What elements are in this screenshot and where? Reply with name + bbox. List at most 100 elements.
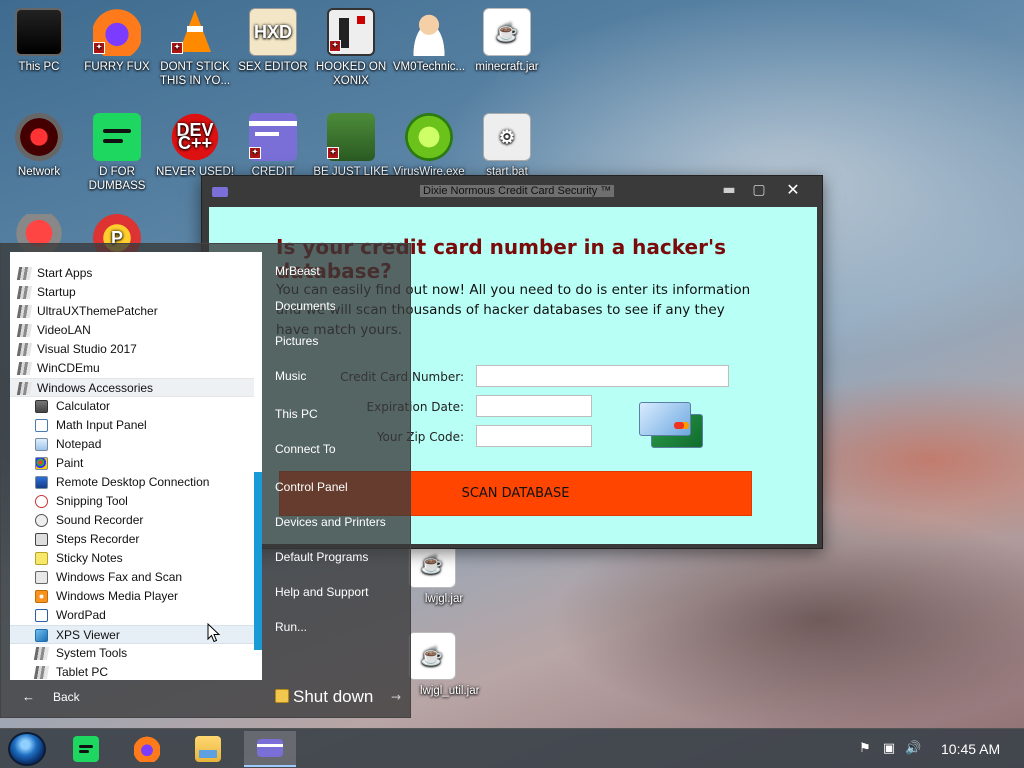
remote-desktop-icon — [35, 476, 48, 489]
desktop-icon-minecraft-jar[interactable]: ☕ minecraft.jar — [468, 8, 546, 74]
mouse-cursor-icon — [207, 623, 221, 643]
taskbar-credit-card-button[interactable] — [244, 731, 296, 767]
taskbar-file-explorer-button[interactable] — [182, 731, 234, 767]
list-item[interactable]: Paint — [10, 454, 254, 473]
expiration-date-input[interactable] — [476, 395, 592, 417]
list-item[interactable]: Notepad — [10, 435, 254, 454]
taskbar-clock[interactable]: 10:45 AM — [941, 741, 1000, 757]
shield-icon — [275, 689, 289, 703]
credit-card-icon: ✦ — [249, 113, 297, 161]
list-item[interactable]: Tablet PC — [10, 663, 254, 680]
list-item[interactable]: Startup — [10, 283, 254, 302]
desktop-icon-furry-fux[interactable]: ✦ FURRY FUX — [78, 8, 156, 74]
folder-icon — [16, 324, 33, 337]
close-button[interactable]: ✕ — [778, 179, 808, 201]
list-item[interactable]: Windows Media Player — [10, 587, 254, 606]
list-item-label: System Tools — [56, 646, 128, 660]
credit-cards-icon — [639, 402, 703, 450]
credit-card-icon — [257, 739, 283, 757]
start-item-default-programs[interactable]: Default Programs — [275, 550, 368, 564]
maximize-button[interactable]: ▢ — [744, 179, 774, 201]
list-item-label: Visual Studio 2017 — [37, 342, 137, 356]
taskbar-firefox-button[interactable] — [121, 731, 173, 767]
list-item[interactable]: Windows Fax and Scan — [10, 568, 254, 587]
list-item-label: Windows Media Player — [56, 589, 179, 603]
folder-icon — [16, 305, 33, 318]
list-item[interactable]: Steps Recorder — [10, 530, 254, 549]
list-item-label: Remote Desktop Connection — [56, 475, 210, 489]
list-item-label: Math Input Panel — [56, 418, 147, 432]
list-item[interactable]: Calculator — [10, 397, 254, 416]
desktop-icon-this-pc[interactable]: This PC — [0, 8, 78, 74]
microphone-icon — [35, 514, 48, 527]
list-item-windows-accessories[interactable]: Windows Accessories — [10, 378, 254, 397]
shutdown-label: Shut down — [293, 687, 374, 706]
java-icon: ☕ — [408, 632, 456, 680]
list-item[interactable]: Visual Studio 2017 — [10, 340, 254, 359]
start-item-music[interactable]: Music — [275, 369, 306, 383]
xps-viewer-icon — [35, 629, 48, 642]
back-button[interactable]: ← Back — [10, 680, 262, 714]
list-item-label: Sound Recorder — [56, 513, 144, 527]
desktop-icon-vm0technic[interactable]: VM0Technic... — [390, 8, 468, 74]
window-titlebar[interactable]: Dixie Normous Credit Card Security ™ ▬ ▢… — [202, 176, 822, 206]
action-center-flag-icon[interactable]: ⚑ — [857, 741, 873, 757]
desktop-icon-start-bat[interactable]: ⚙ start.bat — [468, 113, 546, 179]
fax-icon — [35, 571, 48, 584]
list-item-label: Calculator — [56, 399, 111, 413]
list-item[interactable]: WinCDEmu — [10, 359, 254, 378]
start-item-run[interactable]: Run... — [275, 620, 307, 634]
card-number-input[interactable] — [476, 365, 729, 387]
list-item-label: Windows Accessories — [37, 381, 154, 395]
list-item[interactable]: Math Input Panel — [10, 416, 254, 435]
desktop-icon-label: DONT STICK THIS IN YO... — [159, 61, 231, 87]
back-label: Back — [53, 690, 80, 704]
spotify-icon — [73, 736, 99, 762]
notepad-icon — [35, 438, 48, 451]
desktop-icon-label: FURRY FUX — [84, 61, 150, 73]
start-item-help-support[interactable]: Help and Support — [275, 585, 368, 599]
list-item[interactable]: Start Apps — [10, 264, 254, 283]
volume-icon[interactable]: 🔊 — [905, 741, 921, 757]
desktop-icon-dont-stick[interactable]: ✦ DONT STICK THIS IN YO... — [156, 8, 234, 88]
taskbar: ⚑ ▣ 🔊 10:45 AM — [0, 728, 1024, 768]
all-programs-list[interactable]: Start Apps Startup UltraUXThemePatcher V… — [10, 252, 262, 680]
desktop-icon-d-for-dumbass[interactable]: D FOR DUMBASS — [78, 113, 156, 193]
start-item-mrbeast[interactable]: MrBeast — [275, 264, 320, 278]
shutdown-options-arrow-icon[interactable]: → — [391, 690, 401, 704]
start-button[interactable] — [8, 732, 46, 766]
programs-scrollbar[interactable] — [254, 472, 262, 650]
start-item-this-pc[interactable]: This PC — [275, 407, 318, 421]
start-item-devices-printers[interactable]: Devices and Printers — [275, 515, 386, 529]
list-item[interactable]: System Tools — [10, 644, 254, 663]
start-item-connect-to[interactable]: Connect To — [275, 442, 336, 456]
desktop-icon-network[interactable]: Network — [0, 113, 78, 179]
desktop-icon-viruswire[interactable]: VirusWire.exe — [390, 113, 468, 179]
spotify-icon — [93, 113, 141, 161]
list-item-label: Windows Fax and Scan — [56, 570, 183, 584]
folder-icon — [33, 647, 50, 660]
java-icon: ☕ — [483, 8, 531, 56]
list-item-label: XPS Viewer — [56, 628, 120, 642]
start-item-pictures[interactable]: Pictures — [275, 334, 318, 348]
list-item[interactable]: VideoLAN — [10, 321, 254, 340]
desktop-icon-be-just-like[interactable]: ✦ BE JUST LIKE — [312, 113, 390, 179]
list-item[interactable]: Remote Desktop Connection — [10, 473, 254, 492]
taskbar-spotify-button[interactable] — [60, 731, 112, 767]
list-item[interactable]: UltraUXThemePatcher — [10, 302, 254, 321]
desktop-icon-hooked-on-xonix[interactable]: ✦ HOOKED ON XONIX — [312, 8, 390, 88]
zip-code-input[interactable] — [476, 425, 592, 447]
minimize-button[interactable]: ▬ — [714, 179, 744, 201]
network-icon[interactable]: ▣ — [881, 741, 897, 757]
list-item[interactable]: Sticky Notes — [10, 549, 254, 568]
start-item-documents[interactable]: Documents — [275, 299, 336, 313]
wordpad-icon — [35, 609, 48, 622]
list-item-label: Steps Recorder — [56, 532, 140, 546]
list-item[interactable]: Sound Recorder — [10, 511, 254, 530]
start-item-control-panel[interactable]: Control Panel — [275, 480, 348, 494]
desktop-icon-never-used[interactable]: DEV C++ NEVER USED! — [156, 113, 234, 179]
desktop-icon-sex-editor[interactable]: HXD SEX EDITOR — [234, 8, 312, 74]
list-item[interactable]: Snipping Tool — [10, 492, 254, 511]
shutdown-button[interactable]: Shut down — [275, 687, 373, 707]
math-input-icon — [35, 419, 48, 432]
